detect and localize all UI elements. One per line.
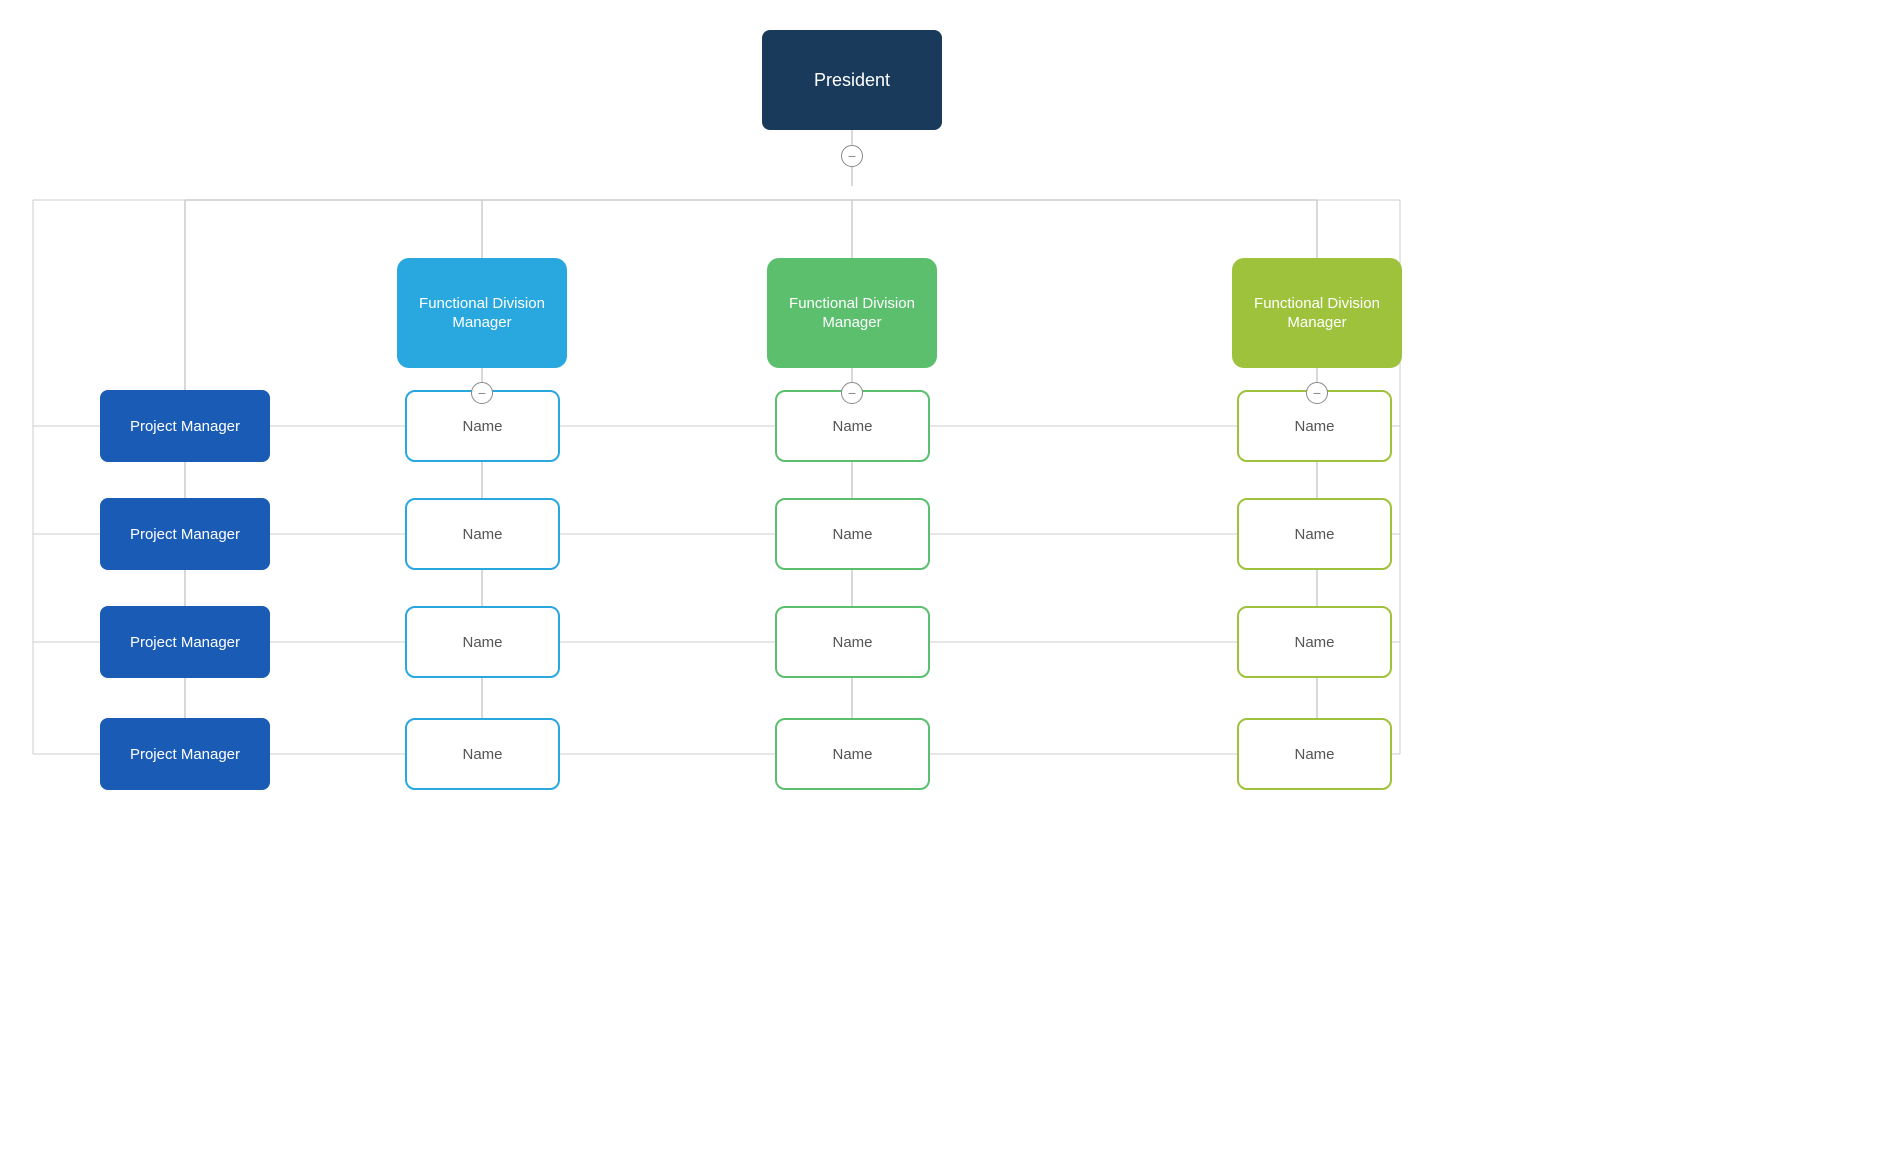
name-label: Name (1294, 418, 1334, 435)
fdm-node-2[interactable]: Functional DivisionManager (767, 258, 937, 368)
name-fdm2-row2[interactable]: Name (775, 498, 930, 570)
pm-node-2[interactable]: Project Manager (100, 498, 270, 570)
name-label: Name (462, 418, 502, 435)
name-label: Name (832, 634, 872, 651)
fdm1-label: Functional DivisionManager (419, 294, 545, 333)
name-fdm2-row4[interactable]: Name (775, 718, 930, 790)
name-label: Name (462, 526, 502, 543)
name-label: Name (832, 526, 872, 543)
fdm2-collapse-icon[interactable]: − (841, 382, 863, 404)
name-fdm3-row3[interactable]: Name (1237, 606, 1392, 678)
fdm-node-3[interactable]: Functional DivisionManager (1232, 258, 1402, 368)
pm-node-1[interactable]: Project Manager (100, 390, 270, 462)
connectors-svg (0, 0, 1884, 1158)
pm3-label: Project Manager (130, 634, 240, 651)
president-label: President (814, 70, 890, 91)
fdm-node-1[interactable]: Functional DivisionManager (397, 258, 567, 368)
name-label: Name (832, 746, 872, 763)
pm-node-3[interactable]: Project Manager (100, 606, 270, 678)
name-label: Name (1294, 526, 1334, 543)
pm4-label: Project Manager (130, 746, 240, 763)
pm1-label: Project Manager (130, 418, 240, 435)
pm-node-4[interactable]: Project Manager (100, 718, 270, 790)
name-fdm3-row4[interactable]: Name (1237, 718, 1392, 790)
name-fdm2-row3[interactable]: Name (775, 606, 930, 678)
pm2-label: Project Manager (130, 526, 240, 543)
president-node[interactable]: President (762, 30, 942, 130)
fdm3-collapse-icon[interactable]: − (1306, 382, 1328, 404)
name-fdm3-row2[interactable]: Name (1237, 498, 1392, 570)
president-collapse-icon[interactable]: − (841, 145, 863, 167)
name-label: Name (462, 634, 502, 651)
fdm2-label: Functional DivisionManager (789, 294, 915, 333)
name-fdm1-row2[interactable]: Name (405, 498, 560, 570)
org-chart: President − Functional DivisionManager −… (0, 0, 1884, 1158)
name-label: Name (1294, 746, 1334, 763)
name-label: Name (1294, 634, 1334, 651)
name-label: Name (462, 746, 502, 763)
name-fdm1-row3[interactable]: Name (405, 606, 560, 678)
fdm3-label: Functional DivisionManager (1254, 294, 1380, 333)
fdm1-collapse-icon[interactable]: − (471, 382, 493, 404)
name-label: Name (832, 418, 872, 435)
name-fdm1-row4[interactable]: Name (405, 718, 560, 790)
